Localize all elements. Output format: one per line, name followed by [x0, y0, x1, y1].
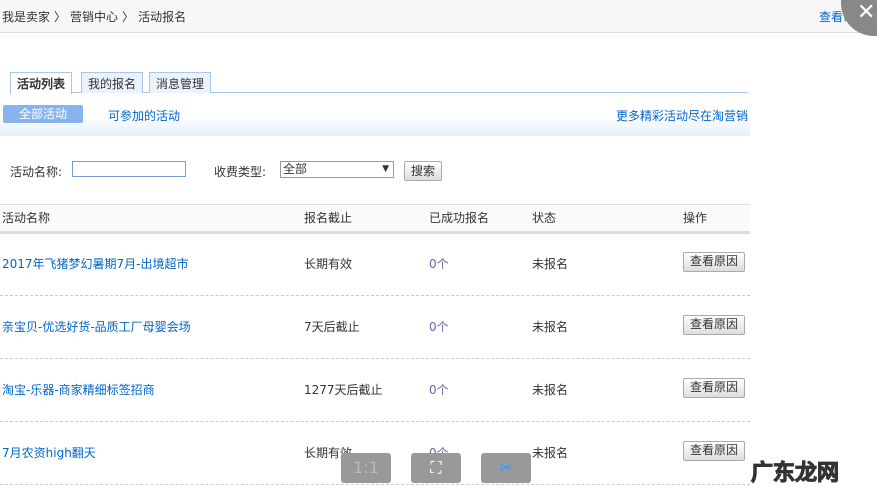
breadcrumb-marketing[interactable]: 营销中心: [70, 8, 118, 25]
screenshot-scissors-icon: ✂: [499, 458, 513, 477]
fee-type-select[interactable]: 全部 ▼: [280, 161, 394, 178]
close-icon: ✕: [857, 0, 876, 25]
table-row: 淘宝-乐器-商家精细标签招商 1277天后截止 0个 未报名 查看原因: [0, 359, 750, 422]
all-activities-button[interactable]: 全部活动: [3, 105, 83, 123]
tab-messages[interactable]: 消息管理: [149, 72, 212, 93]
tab-activity-list[interactable]: 活动列表: [10, 72, 73, 94]
chevron-right-icon: 〉: [122, 9, 135, 24]
chevron-right-icon: 〉: [54, 9, 67, 24]
breadcrumb: 我是卖家〉 营销中心〉 活动报名: [0, 0, 877, 33]
breadcrumb-seller[interactable]: 我是卖家: [2, 8, 50, 25]
activity-name-link[interactable]: 淘宝-乐器-商家精细标签招商: [2, 382, 155, 398]
view-reason-button[interactable]: 查看原因: [683, 441, 746, 461]
name-label: 活动名称:: [10, 165, 63, 179]
header-count: 已成功报名: [429, 211, 490, 225]
status: 未报名: [532, 383, 569, 397]
status: 未报名: [532, 257, 569, 271]
fee-type-value: 全部: [283, 162, 308, 176]
deadline: 1277天后截止: [304, 383, 383, 397]
table-header: 活动名称 报名截止 已成功报名 状态 操作: [0, 204, 750, 234]
signup-count: 0个: [429, 320, 449, 334]
available-activities-link[interactable]: 可参加的活动: [108, 107, 180, 124]
table-row: 亲宝贝-优选好货-品质工厂母婴会场 7天后截止 0个 未报名 查看原因: [0, 296, 750, 359]
dropdown-arrow-icon: ▼: [382, 164, 389, 174]
status: 未报名: [532, 446, 569, 460]
header-action: 操作: [683, 211, 708, 225]
view-reason-button[interactable]: 查看原因: [683, 378, 746, 398]
screenshot-button[interactable]: ✂: [481, 453, 531, 483]
subnav: 全部活动 可参加的活动 更多精彩活动尽在淘营销: [0, 94, 750, 136]
tab-bar: 活动列表 我的报名 消息管理: [10, 72, 748, 94]
fit-screen-icon: ⛶: [430, 458, 442, 477]
watermark-logo: 广东龙网: [750, 461, 839, 487]
signup-count: 0个: [429, 383, 449, 397]
breadcrumb-current: 活动报名: [138, 9, 187, 24]
fee-type-label: 收费类型:: [214, 165, 267, 179]
activity-name-input[interactable]: [72, 161, 186, 177]
view-reason-button[interactable]: 查看原因: [683, 315, 746, 335]
view-reason-button[interactable]: 查看原因: [683, 252, 746, 272]
table-row: 2017年飞猪梦幻暑期7月-出境超市 长期有效 0个 未报名 查看原因: [0, 233, 750, 296]
activity-name-link[interactable]: 2017年飞猪梦幻暑期7月-出境超市: [2, 256, 189, 272]
search-button[interactable]: 搜索: [404, 161, 443, 181]
fit-screen-button[interactable]: ⛶: [411, 453, 461, 483]
deadline: 7天后截止: [304, 320, 360, 334]
signup-count: 0个: [429, 257, 449, 271]
more-activities-link[interactable]: 更多精彩活动尽在淘营销: [616, 107, 748, 124]
header-deadline: 报名截止: [304, 211, 353, 225]
activity-name-link[interactable]: 亲宝贝-优选好货-品质工厂母婴会场: [2, 319, 191, 335]
status: 未报名: [532, 320, 569, 334]
deadline: 长期有效: [304, 257, 353, 271]
header-status: 状态: [532, 211, 557, 225]
header-name: 活动名称: [2, 211, 51, 225]
activity-name-link[interactable]: 7月农资high翻天: [2, 445, 96, 461]
actual-size-button[interactable]: 1:1: [341, 453, 391, 483]
tab-my-signups[interactable]: 我的报名: [81, 72, 144, 93]
